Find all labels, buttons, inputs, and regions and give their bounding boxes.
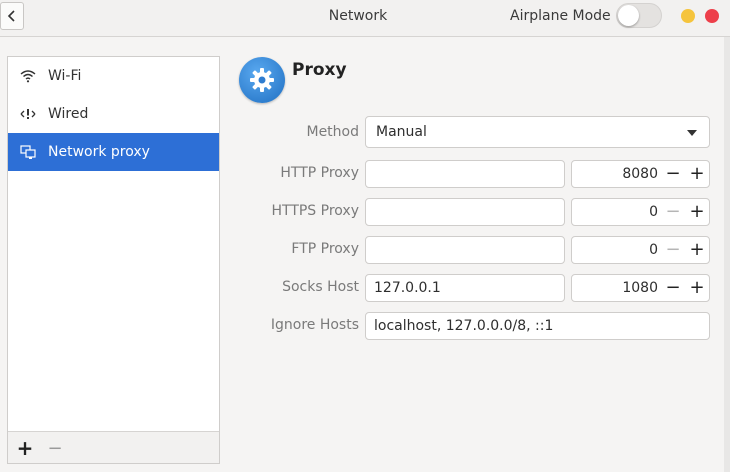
- airplane-mode-switch[interactable]: [616, 3, 662, 28]
- socks-port-stepper: 1080 − +: [571, 274, 710, 302]
- wired-icon: [20, 106, 36, 122]
- socks-port-decrement-button[interactable]: −: [661, 275, 685, 301]
- method-label: Method: [306, 124, 359, 140]
- http-proxy-port-input[interactable]: 8080: [572, 161, 658, 187]
- https-proxy-port-input[interactable]: 0: [572, 199, 658, 225]
- chevron-down-icon: [687, 130, 697, 136]
- remove-connection-button[interactable]: −: [42, 436, 68, 460]
- sidebar: Wi-Fi Wired Network proxy + −: [7, 56, 220, 464]
- sidebar-item-network-proxy[interactable]: Network proxy: [8, 133, 219, 171]
- http-port-increment-button[interactable]: +: [685, 161, 709, 187]
- socks-host-label: Socks Host: [282, 279, 359, 295]
- title-bar: Network Airplane Mode: [0, 0, 730, 37]
- add-connection-button[interactable]: +: [12, 436, 38, 460]
- wifi-icon: [20, 68, 36, 84]
- minus-icon: −: [47, 437, 63, 459]
- http-proxy-host-input[interactable]: [365, 160, 565, 188]
- proxy-title: Proxy: [292, 60, 347, 80]
- switch-knob: [618, 5, 639, 26]
- socks-host-input[interactable]: 127.0.0.1: [365, 274, 565, 302]
- sidebar-footer: + −: [8, 431, 219, 463]
- plus-icon: +: [16, 436, 34, 460]
- ignore-hosts-label: Ignore Hosts: [270, 317, 359, 333]
- ftp-proxy-port-input[interactable]: 0: [572, 237, 658, 263]
- close-button[interactable]: [705, 9, 719, 23]
- minimize-button[interactable]: [681, 9, 695, 23]
- socks-port-increment-button[interactable]: +: [685, 275, 709, 301]
- https-proxy-host-input[interactable]: [365, 198, 565, 226]
- window-edge: [724, 37, 730, 472]
- https-proxy-label: HTTPS Proxy: [271, 203, 359, 219]
- http-proxy-label: HTTP Proxy: [280, 165, 359, 181]
- ftp-proxy-port-stepper: 0 − +: [571, 236, 710, 264]
- ftp-port-increment-button[interactable]: +: [685, 237, 709, 263]
- sidebar-item-wifi[interactable]: Wi-Fi: [8, 57, 219, 95]
- sidebar-item-label: Wi-Fi: [48, 68, 82, 84]
- network-proxy-icon: [20, 144, 36, 160]
- ftp-proxy-label: FTP Proxy: [291, 241, 359, 257]
- ftp-port-decrement-button[interactable]: −: [661, 237, 685, 263]
- sidebar-item-wired[interactable]: Wired: [8, 95, 219, 133]
- sidebar-item-label: Wired: [48, 106, 89, 122]
- https-port-decrement-button[interactable]: −: [661, 199, 685, 225]
- http-proxy-port-stepper: 8080 − +: [571, 160, 710, 188]
- ftp-proxy-host-input[interactable]: [365, 236, 565, 264]
- gear-icon: [239, 57, 285, 103]
- socks-port-input[interactable]: 1080: [572, 275, 658, 301]
- http-port-decrement-button[interactable]: −: [661, 161, 685, 187]
- https-proxy-port-stepper: 0 − +: [571, 198, 710, 226]
- airplane-mode-label: Airplane Mode: [510, 8, 611, 24]
- ignore-hosts-input[interactable]: localhost, 127.0.0.0/8, ::1: [365, 312, 710, 340]
- sidebar-item-label: Network proxy: [48, 144, 150, 160]
- method-select[interactable]: Manual: [365, 116, 710, 148]
- https-port-increment-button[interactable]: +: [685, 199, 709, 225]
- method-value: Manual: [376, 124, 427, 140]
